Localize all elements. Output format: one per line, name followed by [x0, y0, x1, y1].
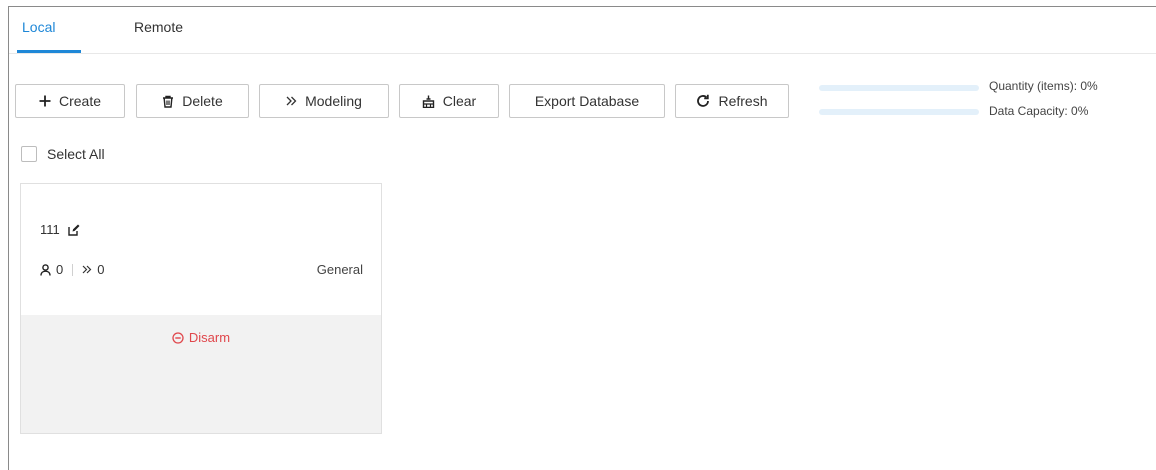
export-database-button[interactable]: Export Database — [509, 84, 665, 118]
select-all[interactable]: Select All — [21, 146, 105, 162]
card-name-text: 111 — [40, 222, 60, 237]
modeling-label: Modeling — [305, 93, 362, 109]
delete-label: Delete — [182, 93, 223, 109]
capacity-usage-text: Data Capacity: 0% — [989, 104, 1089, 118]
tab-local[interactable]: Local — [22, 19, 55, 35]
refresh-button[interactable]: Refresh — [675, 84, 789, 118]
capacity-progress-bar — [819, 109, 979, 115]
card-type: General — [316, 262, 363, 277]
person-icon — [40, 263, 51, 276]
export-database-label: Export Database — [534, 93, 640, 109]
card-title: 111 — [40, 222, 80, 237]
card-footer: Disarm — [21, 315, 381, 433]
capacity-label: Data Capacity — [989, 104, 1065, 118]
clear-label: Clear — [442, 93, 477, 109]
card-stats: 0 0 — [40, 262, 104, 277]
quantity-label: Quantity (items) — [989, 79, 1074, 93]
select-all-label: Select All — [47, 146, 105, 162]
quantity-usage-text: Quantity (items): 0% — [989, 79, 1098, 93]
select-all-checkbox[interactable] — [21, 146, 37, 162]
plus-icon — [39, 95, 51, 107]
capacity-value: 0% — [1071, 104, 1089, 118]
disarm-label: Disarm — [188, 330, 231, 345]
refresh-label: Refresh — [718, 93, 768, 109]
tab-remote[interactable]: Remote — [134, 19, 183, 35]
quantity-value: 0% — [1080, 79, 1098, 93]
double-chevron-icon — [82, 265, 92, 274]
refresh-icon — [696, 94, 710, 108]
edit-icon[interactable] — [68, 224, 80, 236]
stats-divider — [72, 263, 74, 276]
card-body: 111 0 0 General — [21, 184, 381, 315]
modeling-button[interactable]: Modeling — [259, 84, 389, 118]
person-count: 0 — [56, 262, 64, 277]
clear-button[interactable]: Clear — [399, 84, 499, 118]
disarm-button[interactable]: Disarm — [21, 330, 381, 345]
minus-circle-icon — [172, 331, 184, 344]
quantity-progress-bar — [819, 85, 979, 91]
database-card[interactable]: 111 0 0 General Disarm — [20, 183, 382, 434]
double-chevron-icon — [286, 96, 297, 106]
clear-icon — [422, 95, 435, 108]
create-button[interactable]: Create — [15, 84, 125, 118]
active-tab-indicator — [17, 50, 81, 53]
storage-usage: Quantity (items): 0% Data Capacity: 0% — [819, 79, 1139, 129]
trash-icon — [162, 95, 174, 108]
delete-button[interactable]: Delete — [136, 84, 249, 118]
create-label: Create — [58, 93, 102, 109]
model-count: 0 — [97, 262, 105, 277]
database-panel: Local Remote Create Delete Modeling Clea… — [8, 6, 1156, 470]
tab-bar: Local Remote — [9, 7, 1156, 54]
